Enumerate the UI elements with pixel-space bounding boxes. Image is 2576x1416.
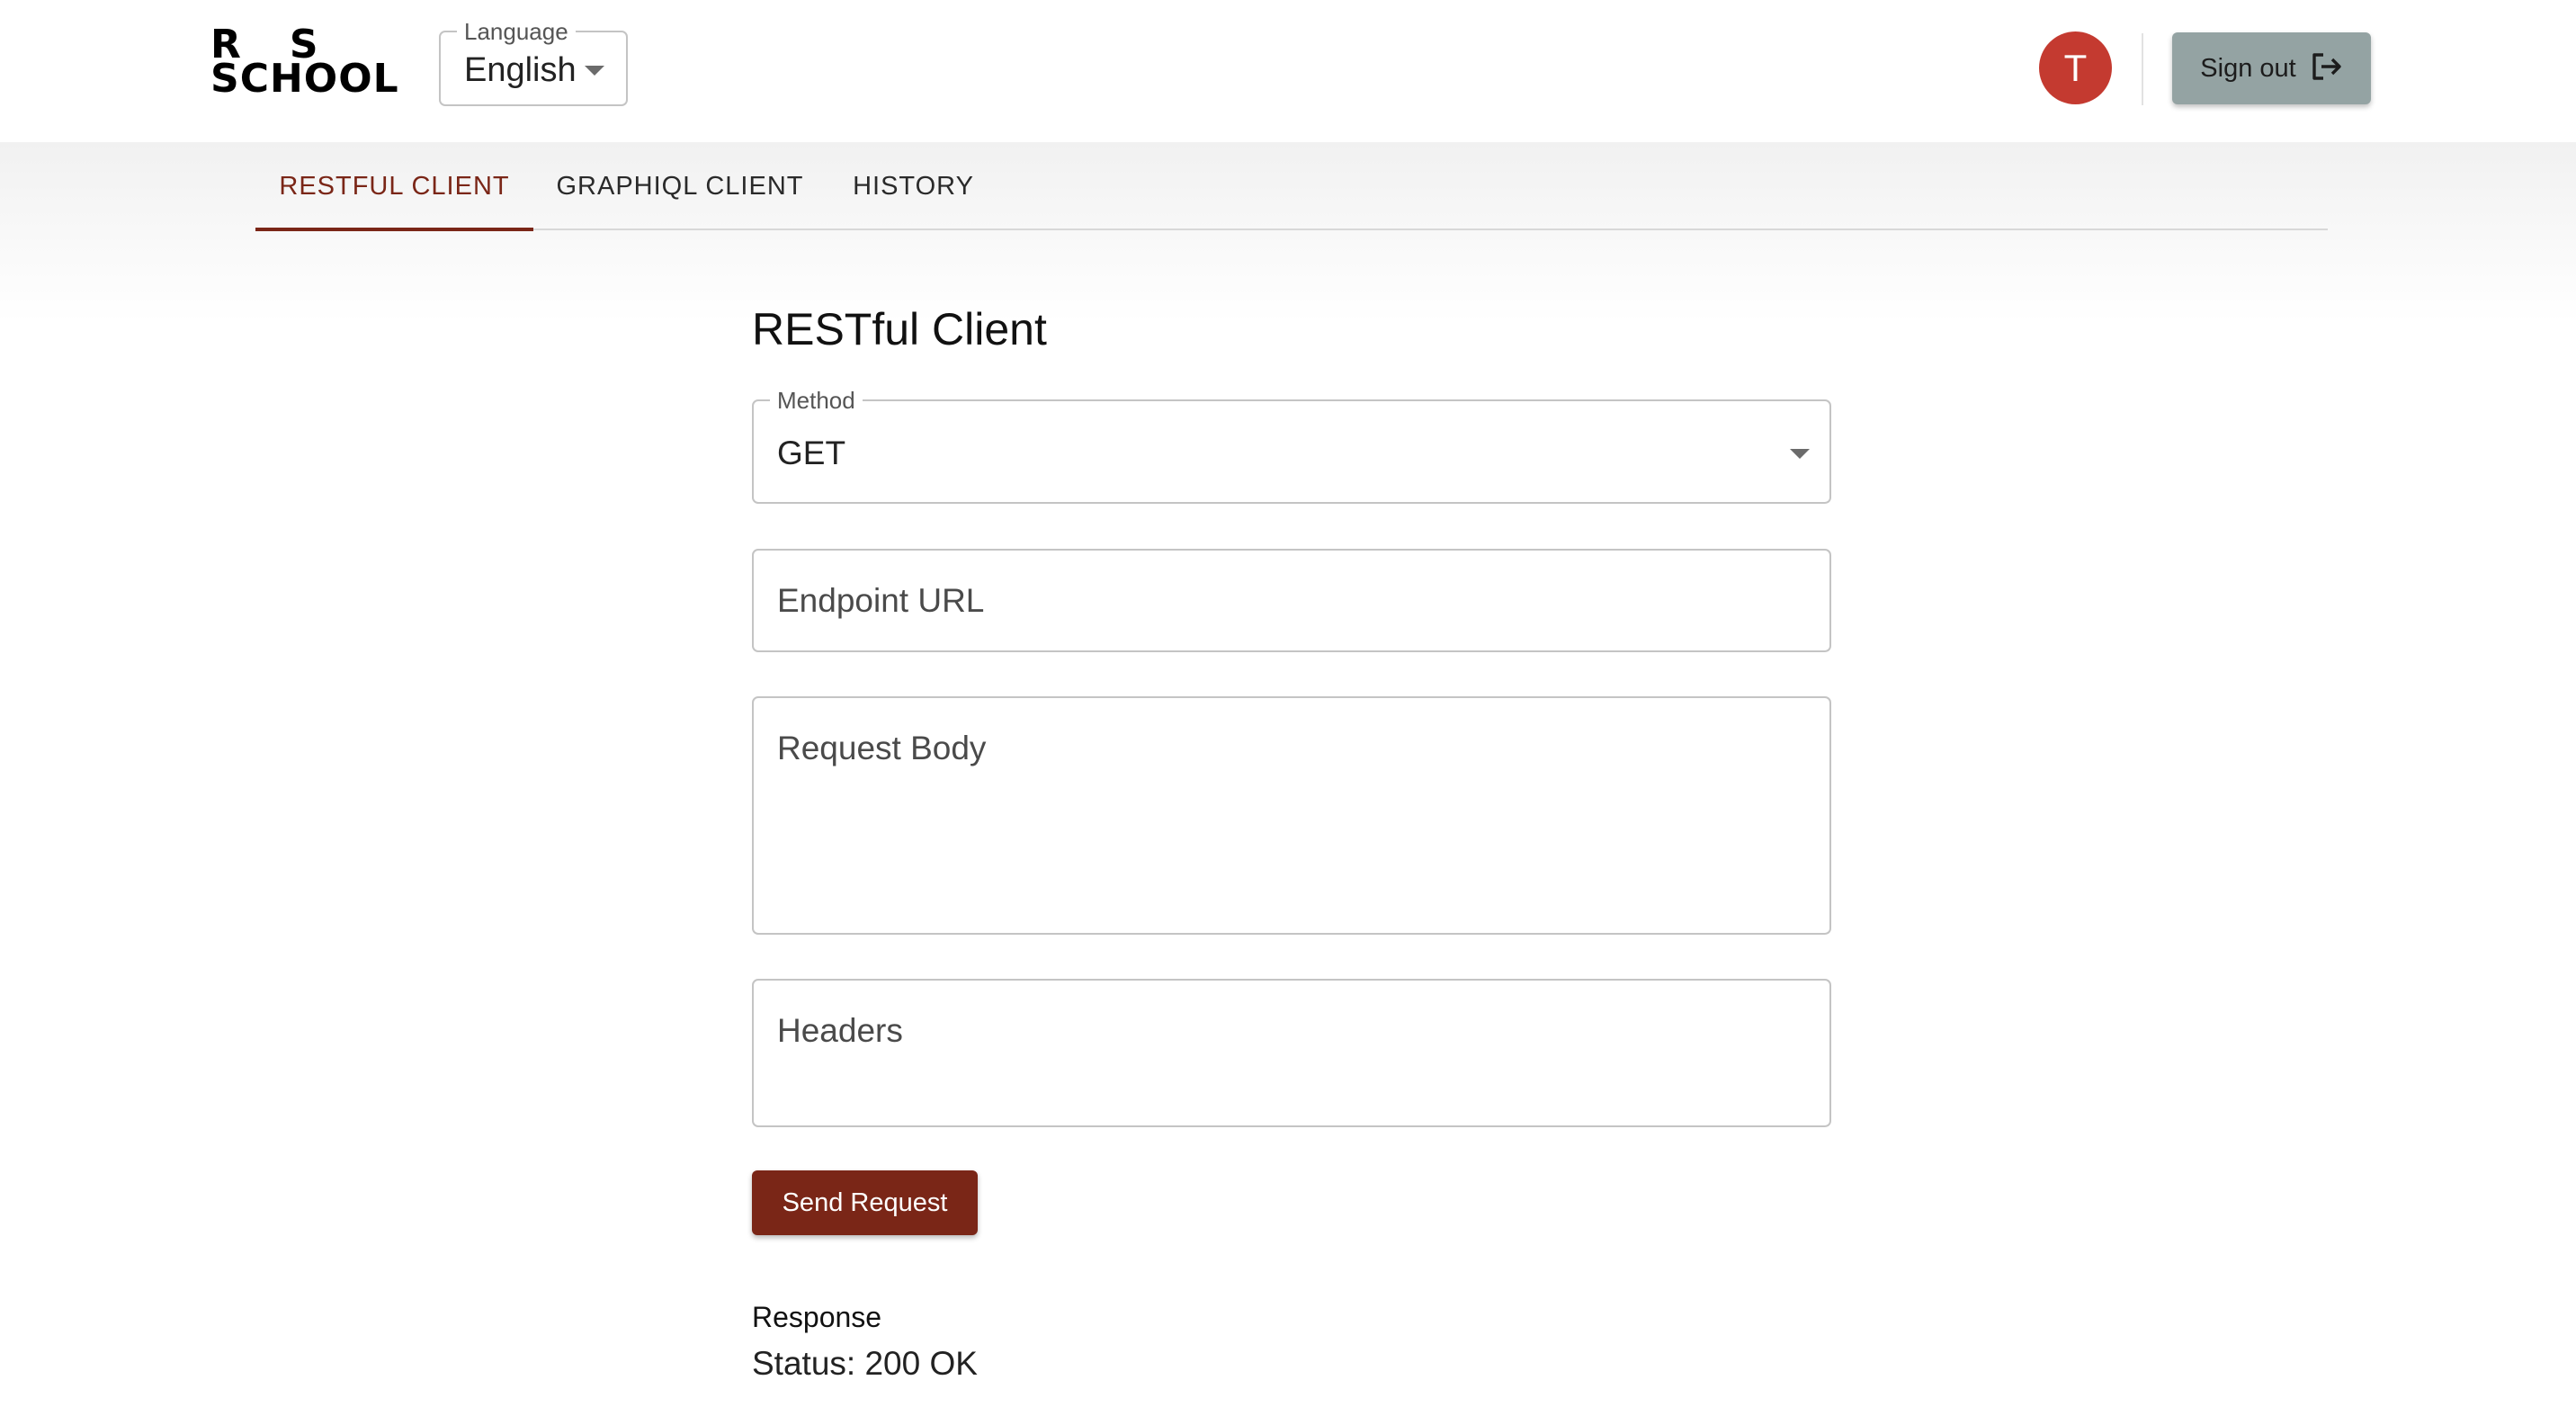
request-body-input[interactable]: Request Body	[752, 696, 1831, 935]
logout-icon	[2311, 52, 2343, 85]
language-value: English	[464, 51, 577, 89]
language-select[interactable]: Language English	[439, 19, 628, 106]
tab-restful-client[interactable]: RESTFUL CLIENT	[255, 142, 533, 230]
response-status: Status: 200 OK	[752, 1345, 978, 1382]
method-select[interactable]: Method GET	[752, 388, 1831, 504]
caret-down-icon	[1790, 448, 1810, 464]
endpoint-url-input[interactable]: Endpoint URL	[752, 549, 1831, 652]
main-tabs: RESTFUL CLIENT GRAPHIQL CLIENT HISTORY	[255, 142, 2328, 231]
response-title: Response	[752, 1301, 882, 1333]
language-label: Language	[457, 19, 576, 44]
header-divider	[2142, 33, 2143, 105]
headers-input[interactable]: Headers	[752, 979, 1831, 1127]
app-header: R S SCHOOL Language English T Sign out	[0, 0, 2576, 142]
request-body-placeholder: Request Body	[777, 730, 987, 766]
tab-graphiql-client[interactable]: GRAPHIQL CLIENT	[533, 142, 827, 230]
rs-school-logo[interactable]: R S SCHOOL	[210, 25, 410, 101]
tab-history[interactable]: HISTORY	[827, 142, 1000, 230]
user-avatar[interactable]: T	[2039, 31, 2112, 104]
sign-out-label: Sign out	[2200, 54, 2296, 83]
method-label: Method	[770, 388, 863, 413]
active-tab-indicator	[255, 228, 533, 231]
caret-down-icon	[585, 65, 604, 81]
page-title: RESTful Client	[752, 304, 1047, 354]
endpoint-url-placeholder: Endpoint URL	[777, 582, 985, 619]
send-request-button[interactable]: Send Request	[752, 1170, 978, 1235]
logo-line-2: SCHOOL	[210, 56, 399, 102]
sign-out-button[interactable]: Sign out	[2172, 32, 2371, 104]
method-value: GET	[777, 435, 846, 471]
headers-placeholder: Headers	[777, 1012, 903, 1049]
